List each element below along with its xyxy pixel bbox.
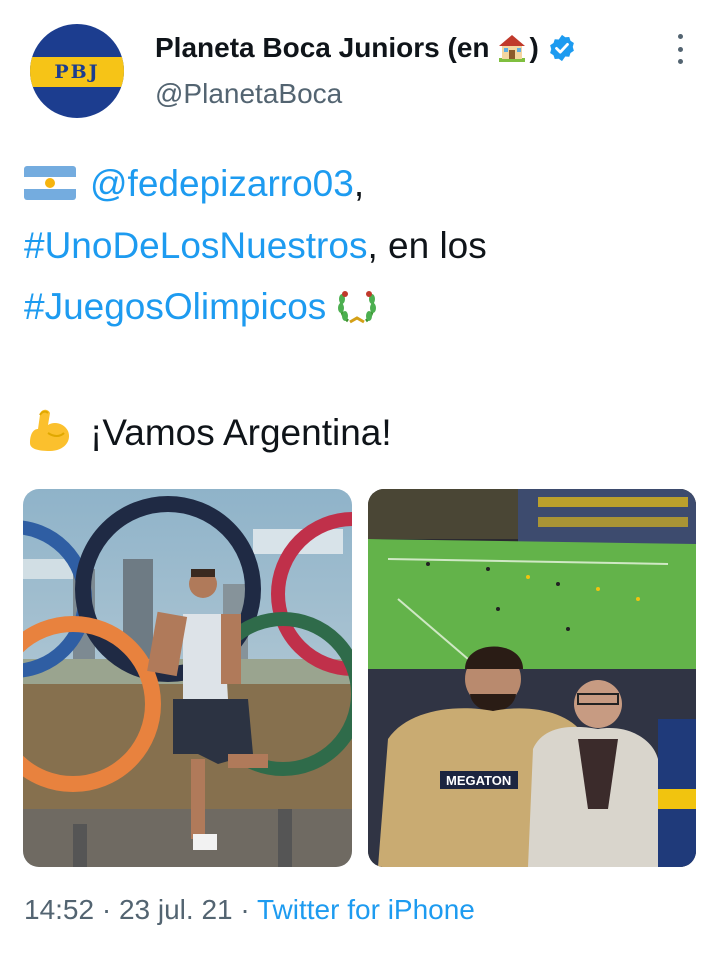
argentina-flag-icon	[24, 166, 76, 200]
closing-text: ¡Vamos Argentina!	[90, 412, 392, 453]
meta-separator: ·	[232, 894, 257, 925]
stadium-photo[interactable]: MEGATON	[368, 489, 696, 867]
tweet-source-link[interactable]: Twitter for iPhone	[257, 894, 475, 925]
shirt-sponsor-text: MEGATON	[446, 773, 511, 788]
house-emoji-icon	[496, 32, 528, 64]
meta-separator: ·	[94, 894, 119, 925]
laurel-wreath-icon	[336, 285, 378, 327]
avatar[interactable]: PBJ	[30, 24, 124, 118]
hashtag-uno-de-los-nuestros[interactable]: #UnoDeLosNuestros	[24, 225, 367, 266]
olympic-rings-photo[interactable]	[23, 489, 352, 867]
mention-link[interactable]: @fedepizarro03	[90, 163, 354, 204]
tweet-closing-line: ¡Vamos Argentina!	[24, 403, 392, 459]
author-name-line[interactable]: Planeta Boca Juniors (en )	[155, 28, 577, 68]
tweet-line-3: #JuegosOlimpicos	[24, 281, 378, 333]
display-name-end: )	[529, 32, 539, 63]
display-name[interactable]: Planeta Boca Juniors (en	[155, 32, 490, 64]
tweet-text-fragment: , en los	[367, 225, 487, 266]
author-handle[interactable]: @PlanetaBoca	[155, 78, 342, 110]
comma-text: ,	[353, 163, 365, 204]
stadium-image: MEGATON	[368, 489, 696, 867]
olympic-rings-image	[23, 489, 352, 867]
tweet-time[interactable]: 14:52	[24, 894, 94, 925]
tweet-meta: 14:52 · 23 jul. 21 · Twitter for iPhone	[24, 894, 475, 926]
more-options-icon[interactable]	[670, 34, 690, 64]
verified-badge-icon	[550, 34, 574, 62]
flexed-biceps-icon	[24, 403, 76, 455]
hashtag-juegos-olimpicos[interactable]: #JuegosOlimpicos	[24, 286, 326, 327]
tweet-date[interactable]: 23 jul. 21	[119, 894, 233, 925]
avatar-text: PBJ	[30, 57, 124, 87]
tweet-line-2: #UnoDeLosNuestros, en los	[24, 220, 487, 272]
tweet-line-1: @fedepizarro03,	[24, 158, 364, 210]
